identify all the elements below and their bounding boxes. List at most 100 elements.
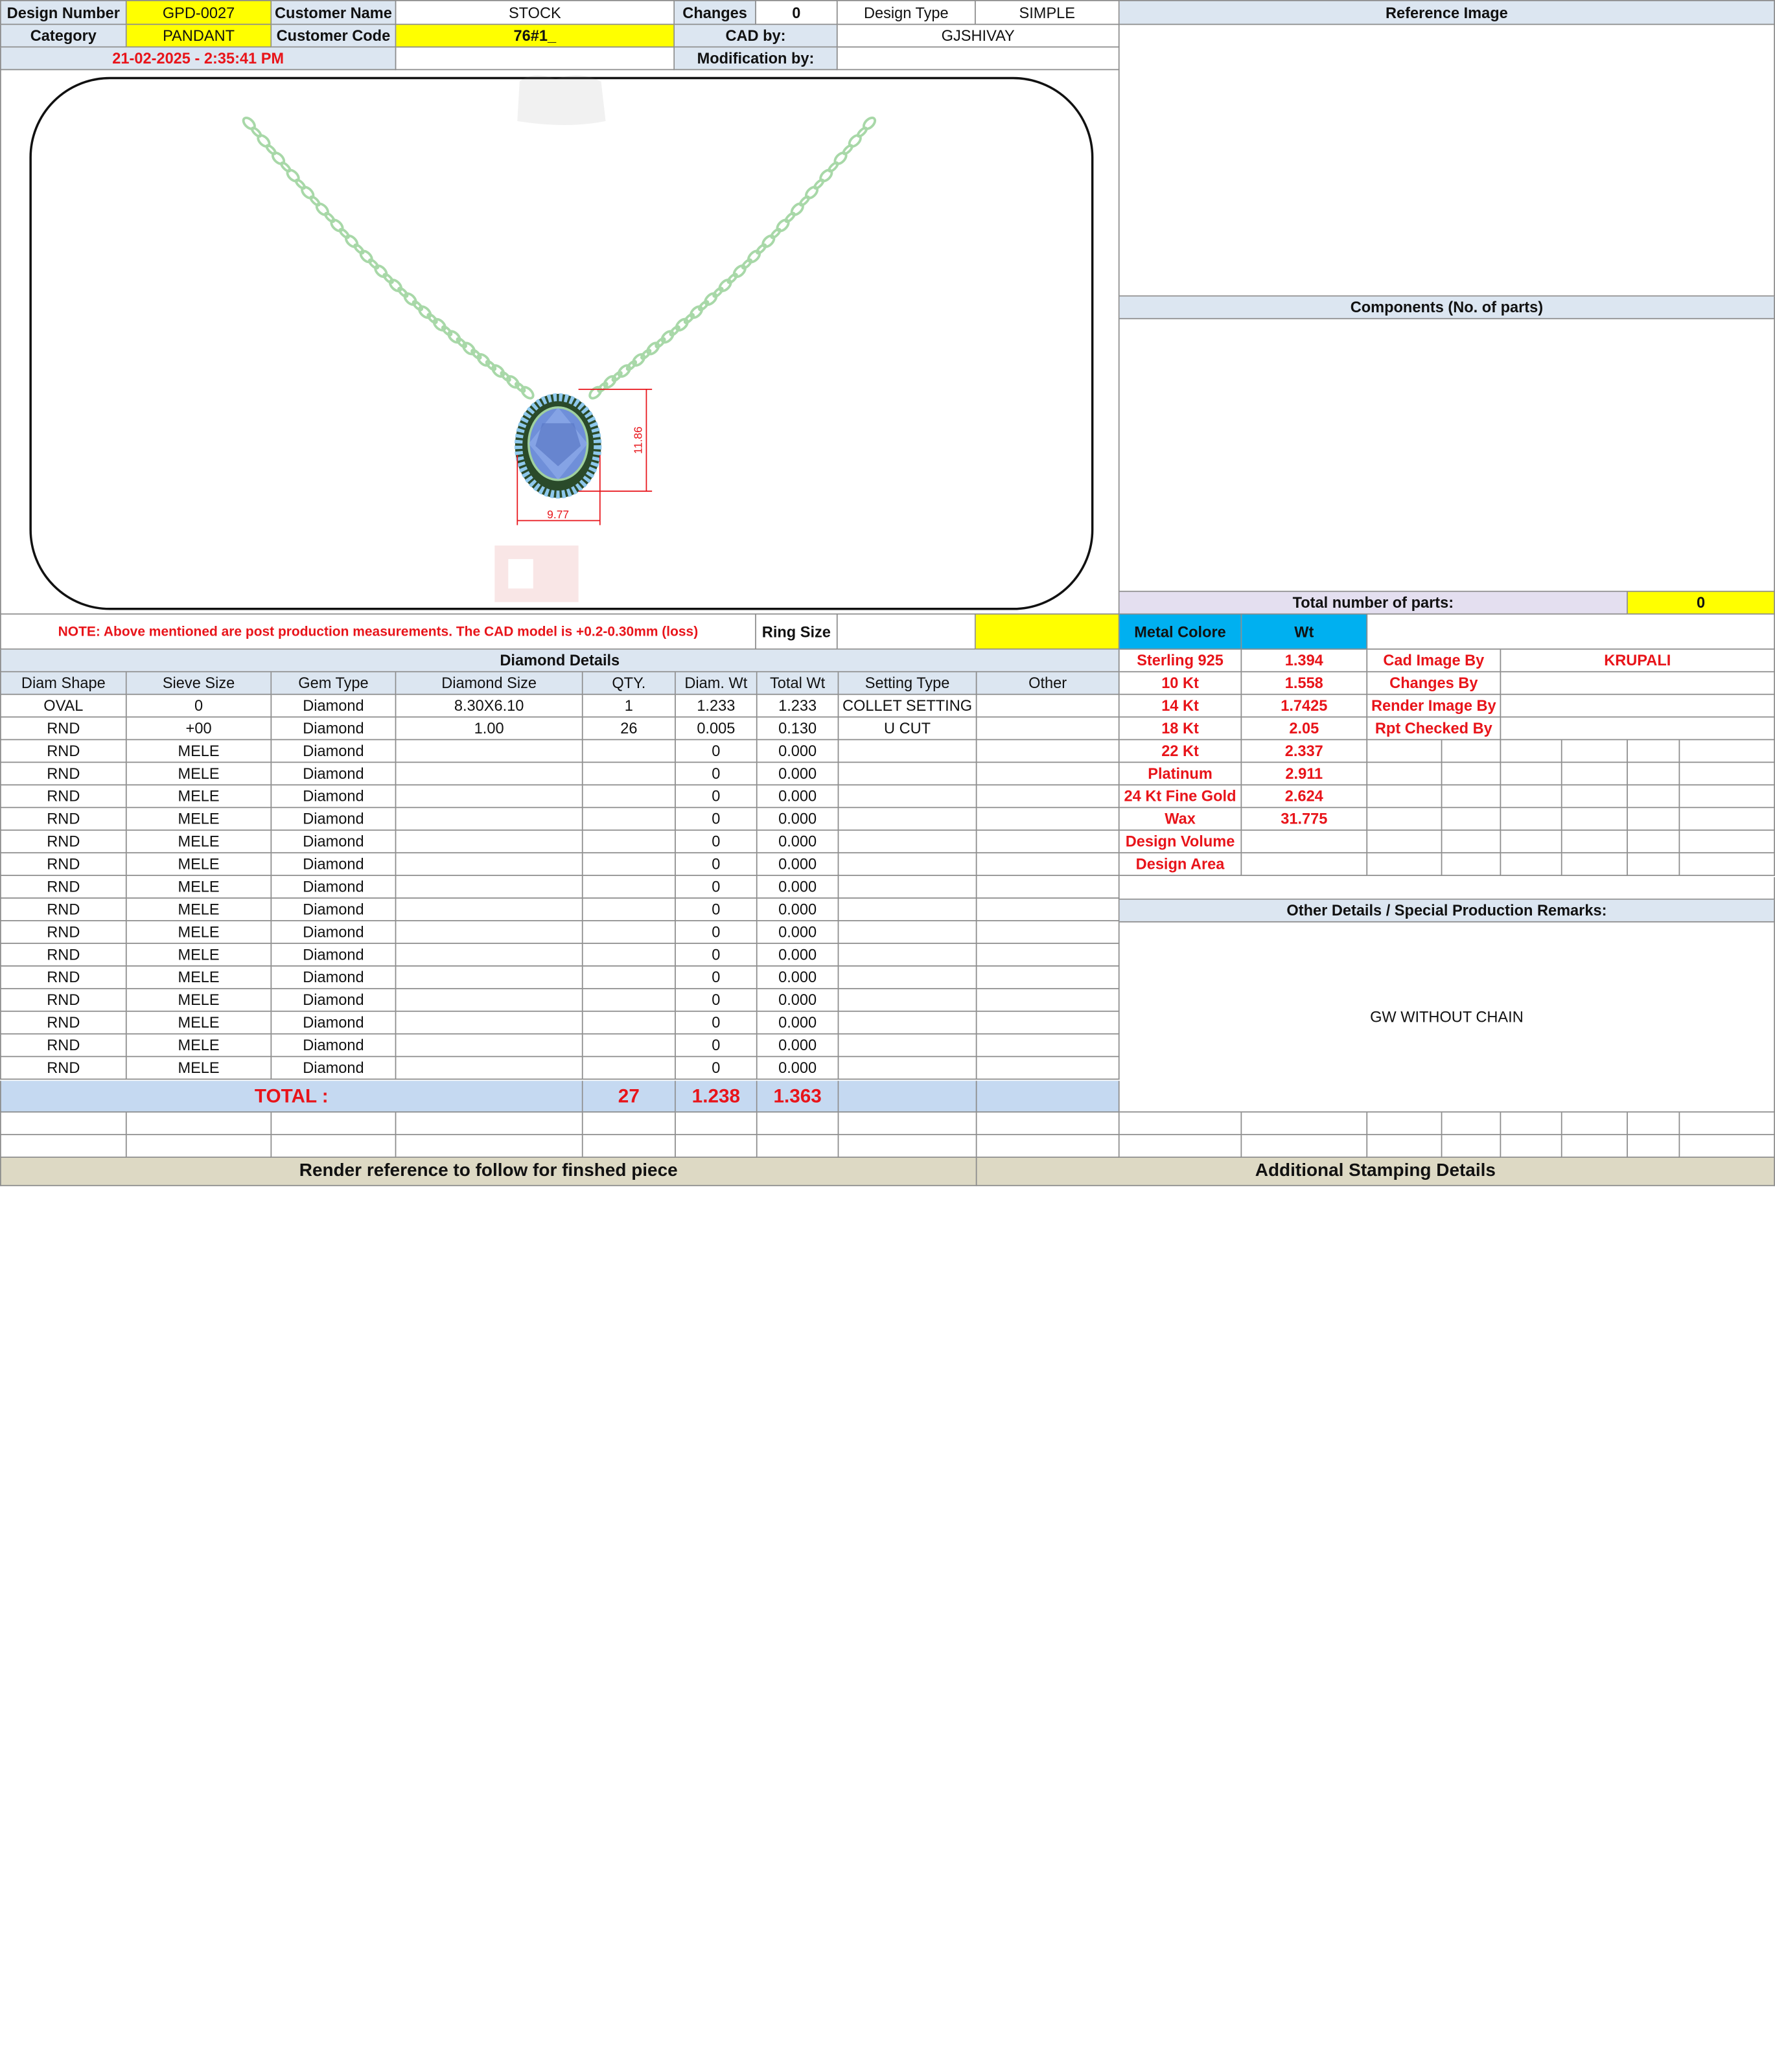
blank-cell[interactable] — [1501, 785, 1562, 809]
cell-diam-wt[interactable]: 0 — [675, 785, 758, 809]
cell-diam-shape[interactable]: RND — [0, 1057, 127, 1080]
cell-diamond-size[interactable] — [396, 1057, 583, 1080]
cell-sieve-size[interactable]: MELE — [126, 1011, 272, 1035]
cad-by-value[interactable]: GJSHIVAY — [837, 25, 1120, 48]
blank-cell[interactable] — [1680, 808, 1775, 831]
credit-value[interactable]: KRUPALI — [1501, 649, 1775, 673]
cell-diam-wt[interactable]: 0 — [675, 898, 758, 921]
cell-sieve-size[interactable]: MELE — [126, 1034, 272, 1057]
cell-qty[interactable] — [583, 785, 676, 809]
cell-total-wt[interactable]: 0.000 — [757, 1057, 839, 1080]
cell-setting-type[interactable] — [839, 785, 977, 809]
cell-diam-shape[interactable]: RND — [0, 876, 127, 899]
blank-cell[interactable] — [1562, 785, 1628, 809]
blank-cell[interactable] — [1501, 740, 1562, 763]
cell-sieve-size[interactable]: MELE — [126, 808, 272, 831]
design-number-value[interactable]: GPD-0027 — [126, 0, 272, 25]
cell-total-wt[interactable]: 0.000 — [757, 808, 839, 831]
blank-cell[interactable] — [675, 1135, 758, 1158]
blank-cell[interactable] — [1680, 740, 1775, 763]
cell-other[interactable] — [977, 717, 1120, 741]
blank-cell[interactable] — [1242, 1112, 1368, 1136]
blank-cell[interactable] — [1242, 1135, 1368, 1158]
blank-cell[interactable] — [1119, 1135, 1242, 1158]
cell-other[interactable] — [977, 785, 1120, 809]
cell-diam-wt[interactable]: 0 — [675, 966, 758, 989]
blank-cell[interactable] — [0, 1112, 127, 1136]
cell-setting-type[interactable] — [839, 808, 977, 831]
cell-other[interactable] — [977, 1011, 1120, 1035]
cell-diam-shape[interactable]: RND — [0, 921, 127, 944]
cell-total-wt[interactable]: 0.000 — [757, 966, 839, 989]
cell-diam-wt[interactable]: 0 — [675, 808, 758, 831]
blank-cell[interactable] — [1442, 740, 1502, 763]
cell-sieve-size[interactable]: 0 — [126, 695, 272, 718]
cell-total-wt[interactable]: 0.130 — [757, 717, 839, 741]
cell-qty[interactable] — [583, 808, 676, 831]
blank-cell[interactable] — [1367, 1112, 1443, 1136]
cell-setting-type[interactable] — [839, 876, 977, 899]
blank-cell[interactable] — [1367, 740, 1443, 763]
cell-gem-type[interactable]: Diamond — [272, 1034, 397, 1057]
cell-diam-wt[interactable]: 0 — [675, 943, 758, 967]
cell-qty[interactable] — [583, 898, 676, 921]
cell-total-wt[interactable]: 0.000 — [757, 740, 839, 763]
cell-setting-type[interactable] — [839, 831, 977, 854]
cell-qty[interactable] — [583, 1011, 676, 1035]
cell-qty[interactable] — [583, 1034, 676, 1057]
cell-gem-type[interactable]: Diamond — [272, 898, 397, 921]
blank-cell[interactable] — [1680, 853, 1775, 877]
cell-qty[interactable] — [583, 1057, 676, 1080]
cell-other[interactable] — [977, 1057, 1120, 1080]
cell-diamond-size[interactable] — [396, 808, 583, 831]
blank-cell[interactable] — [1442, 785, 1502, 809]
cell-setting-type[interactable] — [839, 898, 977, 921]
cell-total-wt[interactable]: 0.000 — [757, 898, 839, 921]
blank-cell[interactable] — [1680, 763, 1775, 786]
cell-gem-type[interactable]: Diamond — [272, 966, 397, 989]
cell-sieve-size[interactable]: MELE — [126, 943, 272, 967]
blank-cell[interactable] — [1562, 1112, 1628, 1136]
cell-other[interactable] — [977, 763, 1120, 786]
blank-cell[interactable] — [1442, 1112, 1502, 1136]
blank-cell[interactable] — [1562, 831, 1628, 854]
cell-other[interactable] — [977, 876, 1120, 899]
blank-cell[interactable] — [1501, 1135, 1562, 1158]
cell-sieve-size[interactable]: MELE — [126, 1057, 272, 1080]
cell-total-wt[interactable]: 0.000 — [757, 943, 839, 967]
blank-cell[interactable] — [396, 1135, 583, 1158]
cell-diam-shape[interactable]: OVAL — [0, 695, 127, 718]
blank-cell[interactable] — [126, 1135, 272, 1158]
cell-diam-shape[interactable]: RND — [0, 763, 127, 786]
cell-total-wt[interactable]: 0.000 — [757, 831, 839, 854]
blank-cell[interactable] — [1501, 763, 1562, 786]
cell-total-wt[interactable]: 0.000 — [757, 921, 839, 944]
cell-other[interactable] — [977, 989, 1120, 1012]
blank-cell[interactable] — [977, 1112, 1120, 1136]
cell-diam-wt[interactable]: 0 — [675, 989, 758, 1012]
blank-cell[interactable] — [1442, 853, 1502, 877]
cell-diamond-size[interactable] — [396, 763, 583, 786]
cell-setting-type[interactable] — [839, 1057, 977, 1080]
cell-other[interactable] — [977, 831, 1120, 854]
cell-diam-wt[interactable]: 0 — [675, 853, 758, 877]
cell-setting-type[interactable] — [839, 740, 977, 763]
cell-total-wt[interactable]: 0.000 — [757, 876, 839, 899]
cell-qty[interactable] — [583, 989, 676, 1012]
blank-cell[interactable] — [1501, 808, 1562, 831]
cell-gem-type[interactable]: Diamond — [272, 695, 397, 718]
cell-diam-shape[interactable]: RND — [0, 717, 127, 741]
cell-qty[interactable] — [583, 966, 676, 989]
blank-cell[interactable] — [1627, 853, 1680, 877]
cell-other[interactable] — [977, 1034, 1120, 1057]
cell-other[interactable] — [977, 740, 1120, 763]
cell-sieve-size[interactable]: +00 — [126, 717, 272, 741]
blank-cell[interactable] — [1627, 1112, 1680, 1136]
cell-diamond-size[interactable] — [396, 1034, 583, 1057]
changes-value[interactable]: 0 — [756, 0, 838, 25]
blank-cell[interactable] — [1627, 1135, 1680, 1158]
cell-qty[interactable] — [583, 943, 676, 967]
cell-diam-wt[interactable]: 0 — [675, 1057, 758, 1080]
cell-sieve-size[interactable]: MELE — [126, 898, 272, 921]
cell-diamond-size[interactable] — [396, 966, 583, 989]
